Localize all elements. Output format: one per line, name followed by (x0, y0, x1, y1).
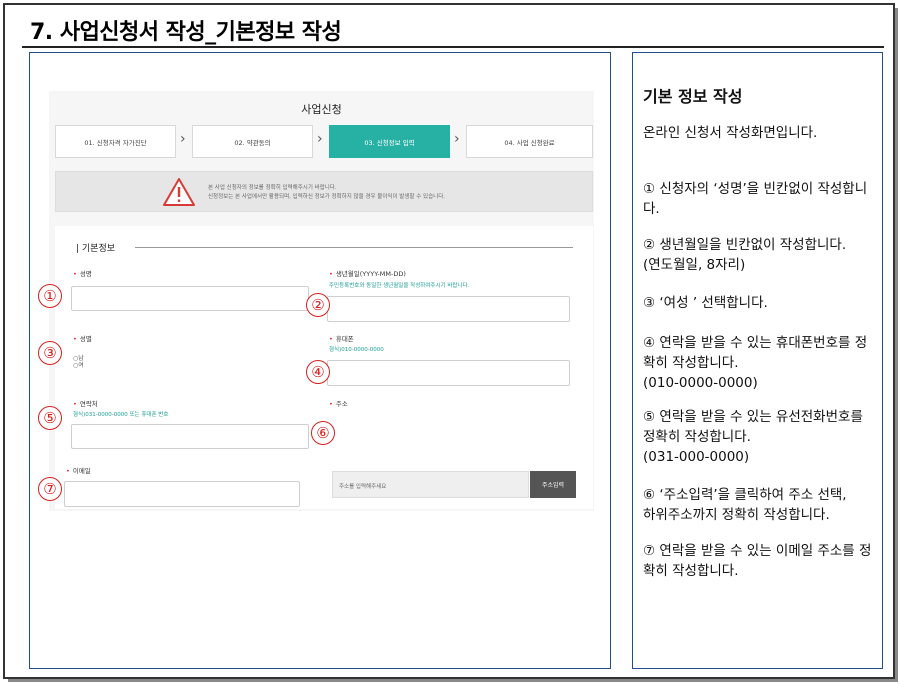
section-title: | 기본정보 (76, 244, 116, 254)
notice-text: 본 사업 신청자의 정보를 정확히 입력해주시기 바랍니다. 신청정보는 본 사… (208, 184, 445, 202)
explanation-item-5: ⑤ 연락을 받을 수 있는 유선전화번호를 정확히 작성합니다. (031-00… (643, 409, 863, 465)
chevron-right-icon: › (180, 131, 186, 147)
title-divider (22, 46, 884, 48)
marker-6: ⑥ (311, 421, 335, 445)
gender-label: • 성별 (73, 335, 92, 343)
step-2[interactable]: 02. 약관동의 (192, 125, 313, 158)
explanation-item-6: ⑥ ‘주소입력’을 클릭하여 주소 선택, 하위주소까지 정확히 작성합니다. (643, 487, 847, 523)
phone-input[interactable] (71, 424, 309, 449)
address-input[interactable]: 주소를 입력해주세요 (332, 471, 529, 498)
marker-4: ④ (306, 360, 330, 384)
notice-box: 본 사업 신청자의 정보를 정확히 입력해주시기 바랍니다. 신청정보는 본 사… (55, 171, 593, 212)
form-heading: 사업신청 (301, 103, 342, 116)
explanation-item-1: ① 신청자의 ‘성명’을 빈칸없이 작성합니다. (643, 181, 868, 217)
notice-line-2: 신청정보는 본 사업에서만 활용되며, 입력하신 정보가 정확하지 않을 경우 … (208, 194, 445, 200)
phone-label: • 연락처 (73, 400, 98, 408)
explanation-intro: 온라인 신청서 작성화면입니다. (643, 125, 818, 141)
explanation-item-3: ③ ‘여성 ’ 선택합니다. (643, 295, 768, 311)
explanation-item-4: ④ 연락을 받을 수 있는 휴대폰번호를 정확히 작성합니다. (010-000… (643, 335, 868, 391)
mobile-input[interactable] (327, 360, 570, 386)
chevron-right-icon: › (454, 131, 460, 147)
birth-input[interactable] (327, 296, 570, 322)
section-divider (135, 247, 573, 248)
step-4[interactable]: 04. 사업 신청완료 (466, 125, 593, 158)
address-search-button[interactable]: 주소입력 (530, 471, 576, 498)
email-input[interactable] (64, 481, 300, 507)
email-label: • 이메일 (66, 467, 91, 475)
birth-hint: 주민등록번호와 동일한 생년월일을 작성하여주시기 바랍니다. (329, 283, 470, 289)
birth-label: • 생년월일(YYYY-MM-DD) (329, 270, 406, 278)
step-1[interactable]: 01. 신청자격 자가진단 (55, 125, 176, 158)
explanation-item-7: ⑦ 연락을 받을 수 있는 이메일 주소를 정확히 작성합니다. (643, 543, 872, 579)
step-3-active[interactable]: 03. 신청정보 입력 (329, 125, 450, 158)
name-label: • 성명 (73, 270, 92, 278)
mobile-hint: 형식)010-0000-0000 (329, 347, 384, 353)
form-screenshot-panel: 사업신청 01. 신청자격 자가진단 › 02. 약관동의 › 03. 신청정보… (29, 52, 611, 669)
step-progress: 01. 신청자격 자가진단 › 02. 약관동의 › 03. 신청정보 입력 ›… (55, 125, 593, 158)
warning-icon (163, 178, 195, 206)
notice-line-1: 본 사업 신청자의 정보를 정확히 입력해주시기 바랍니다. (208, 185, 337, 191)
chevron-right-icon: › (317, 131, 323, 147)
gender-radio-female[interactable]: ○여 (73, 362, 84, 369)
explanation-item-2: ② 생년월일을 빈칸없이 작성합니다. (연도월일, 8자리) (643, 237, 847, 273)
address-label: • 주소 (329, 400, 348, 408)
gender-radio-male[interactable]: ○남 (73, 355, 84, 362)
explanation-title: 기본 정보 작성 (643, 87, 743, 106)
explanation-panel: 기본 정보 작성 온라인 신청서 작성화면입니다. ① 신청자의 ‘성명’을 빈… (632, 52, 883, 669)
marker-5: ⑤ (38, 406, 62, 430)
marker-1: ① (38, 284, 62, 308)
mobile-label: • 휴대폰 (329, 335, 354, 343)
marker-3: ③ (38, 341, 62, 365)
marker-2: ② (306, 293, 330, 317)
marker-7: ⑦ (38, 477, 62, 501)
name-input[interactable] (71, 286, 309, 311)
page-title: 7. 사업신청서 작성_기본정보 작성 (30, 20, 342, 45)
phone-hint: 형식)031-0000-0000 또는 휴대폰 번호 (73, 412, 169, 418)
